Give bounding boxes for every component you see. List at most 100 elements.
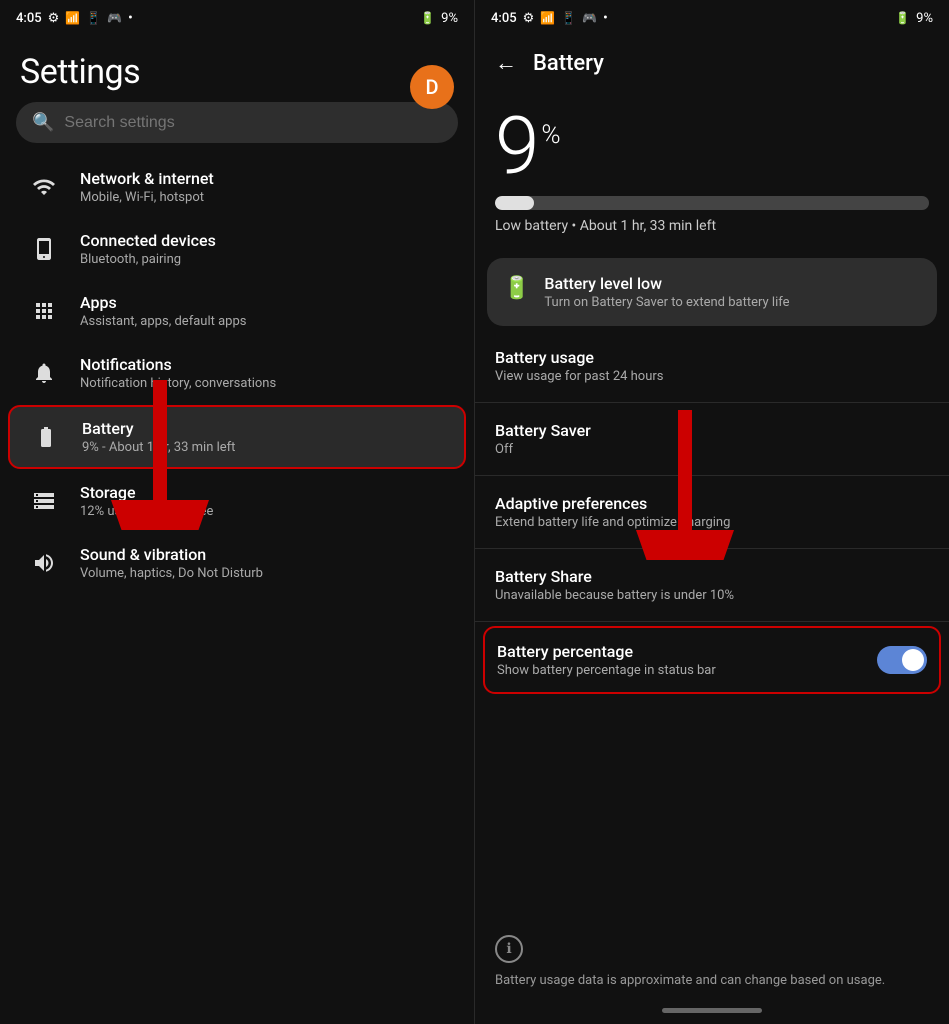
left-panel: 4:05 ⚙ 📶 📱 🎮 • 🔋 9% Settings D 🔍 (0, 0, 474, 1024)
battery-menu-percentage[interactable]: Battery percentage Show battery percenta… (483, 626, 941, 694)
sound-icon (28, 547, 60, 579)
connected-title: Connected devices (80, 231, 216, 250)
game-icon: 🎮 (107, 11, 122, 25)
back-button[interactable]: ← (491, 46, 521, 80)
gear-icon-r: ⚙ (523, 11, 535, 26)
dot-icon-r: • (603, 11, 608, 26)
percentage-sub: Show battery percentage in status bar (497, 663, 716, 678)
battery-icon (30, 421, 62, 453)
connected-text: Connected devices Bluetooth, pairing (80, 231, 216, 267)
adaptive-text: Adaptive preferences Extend battery life… (495, 494, 730, 530)
apps-subtitle: Assistant, apps, default apps (80, 314, 246, 329)
apps-text: Apps Assistant, apps, default apps (80, 293, 246, 329)
bottom-pill (662, 1008, 762, 1013)
status-right-right: 🔋 9% (895, 11, 933, 26)
settings-list: Network & internet Mobile, Wi-Fi, hotspo… (0, 151, 474, 1024)
network-subtitle: Mobile, Wi-Fi, hotspot (80, 190, 214, 205)
battery-alert-text: Battery level low Turn on Battery Saver … (544, 274, 789, 310)
phone-icon-r: 📱 (561, 11, 576, 25)
search-input[interactable] (64, 114, 442, 132)
storage-title: Storage (80, 483, 213, 502)
alert-subtitle: Turn on Battery Saver to extend battery … (544, 295, 789, 310)
battery-menu-saver[interactable]: Battery Saver Off (475, 407, 949, 471)
sound-title: Sound & vibration (80, 545, 263, 564)
share-sub: Unavailable because battery is under 10% (495, 588, 734, 603)
battery-text: Battery 9% - About 1 hr, 33 min left (82, 419, 235, 455)
dot-icon: • (128, 11, 133, 26)
usage-title: Battery usage (495, 348, 664, 367)
settings-item-notifications[interactable]: Notifications Notification history, conv… (8, 343, 466, 403)
saver-sub: Off (495, 442, 591, 457)
battery-bar-container (495, 196, 929, 210)
settings-item-storage[interactable]: Storage 12% used - 113 GB free (8, 471, 466, 531)
status-bar-left: 4:05 ⚙ 📶 📱 🎮 • 🔋 9% (0, 0, 474, 36)
battery-status-right: 🔋 (895, 11, 910, 25)
storage-subtitle: 12% used - 113 GB free (80, 504, 213, 519)
settings-title: Settings (20, 52, 454, 92)
storage-icon (28, 485, 60, 517)
battery-pct-left: 9% (441, 11, 458, 26)
share-text: Battery Share Unavailable because batter… (495, 567, 734, 603)
bottom-bar-right (475, 1000, 949, 1024)
info-text: Battery usage data is approximate and ca… (495, 971, 929, 991)
battery-number: 9 (495, 106, 539, 186)
battery-percentage-toggle[interactable] (877, 646, 927, 674)
settings-item-apps[interactable]: Apps Assistant, apps, default apps (8, 281, 466, 341)
divider-2 (475, 475, 949, 476)
gear-icon: ⚙ (48, 11, 60, 26)
avatar[interactable]: D (410, 65, 454, 109)
battery-pct-right: 9% (916, 11, 933, 26)
signal-icon: 📶 (65, 11, 80, 25)
network-title: Network & internet (80, 169, 214, 188)
bell-icon (28, 357, 60, 389)
usage-sub: View usage for past 24 hours (495, 369, 664, 384)
adaptive-sub: Extend battery life and optimize chargin… (495, 515, 730, 530)
signal-icon-r: 📶 (540, 11, 555, 25)
phone-icon: 📱 (86, 11, 101, 25)
search-bar[interactable]: 🔍 (16, 102, 458, 143)
apps-icon (28, 295, 60, 327)
battery-percent-section: 9 % Low battery • About 1 hr, 33 min lef… (475, 90, 949, 258)
search-icon: 🔍 (32, 112, 54, 133)
battery-topbar: ← Battery (475, 36, 949, 90)
status-time-right: 4:05 ⚙ 📶 📱 🎮 • (491, 11, 608, 26)
battery-big-number: 9 % (495, 106, 929, 186)
battery-menu-list: Battery usage View usage for past 24 hou… (475, 330, 949, 925)
battery-menu-usage[interactable]: Battery usage View usage for past 24 hou… (475, 334, 949, 398)
saver-title: Battery Saver (495, 421, 591, 440)
time-right: 4:05 (491, 11, 517, 26)
battery-percent-sign: % (541, 120, 560, 150)
battery-status-text: Low battery • About 1 hr, 33 min left (495, 218, 929, 234)
battery-page-title: Battery (533, 51, 604, 76)
battery-menu-adaptive[interactable]: Adaptive preferences Extend battery life… (475, 480, 949, 544)
battery-info-section: ℹ Battery usage data is approximate and … (475, 925, 949, 1001)
battery-bar-fill (495, 196, 534, 210)
notifications-subtitle: Notification history, conversations (80, 376, 276, 391)
settings-item-battery[interactable]: Battery 9% - About 1 hr, 33 min left (8, 405, 466, 469)
settings-item-sound[interactable]: Sound & vibration Volume, haptics, Do No… (8, 533, 466, 593)
notifications-text: Notifications Notification history, conv… (80, 355, 276, 391)
storage-text: Storage 12% used - 113 GB free (80, 483, 213, 519)
divider-3 (475, 548, 949, 549)
status-time-left: 4:05 ⚙ 📶 📱 🎮 • (16, 11, 133, 26)
settings-item-connected[interactable]: Connected devices Bluetooth, pairing (8, 219, 466, 279)
usage-text: Battery usage View usage for past 24 hou… (495, 348, 664, 384)
battery-alert-card[interactable]: 🔋 Battery level low Turn on Battery Save… (487, 258, 937, 326)
battery-alert-icon: 🔋 (503, 276, 530, 301)
wifi-icon (28, 171, 60, 203)
battery-status-left: 🔋 (420, 11, 435, 25)
right-panel: 4:05 ⚙ 📶 📱 🎮 • 🔋 9% ← Battery 9 % Low ba… (474, 0, 949, 1024)
time-left: 4:05 (16, 11, 42, 26)
settings-item-network[interactable]: Network & internet Mobile, Wi-Fi, hotspo… (8, 157, 466, 217)
percentage-title: Battery percentage (497, 642, 716, 661)
battery-menu-share[interactable]: Battery Share Unavailable because batter… (475, 553, 949, 617)
settings-header: Settings (0, 36, 474, 102)
battery-subtitle: 9% - About 1 hr, 33 min left (82, 440, 235, 455)
status-bar-right: 4:05 ⚙ 📶 📱 🎮 • 🔋 9% (475, 0, 949, 36)
connected-icon (28, 233, 60, 265)
info-icon: ℹ (495, 935, 523, 963)
share-title: Battery Share (495, 567, 734, 586)
battery-title: Battery (82, 419, 235, 438)
alert-title: Battery level low (544, 274, 789, 293)
connected-subtitle: Bluetooth, pairing (80, 252, 216, 267)
